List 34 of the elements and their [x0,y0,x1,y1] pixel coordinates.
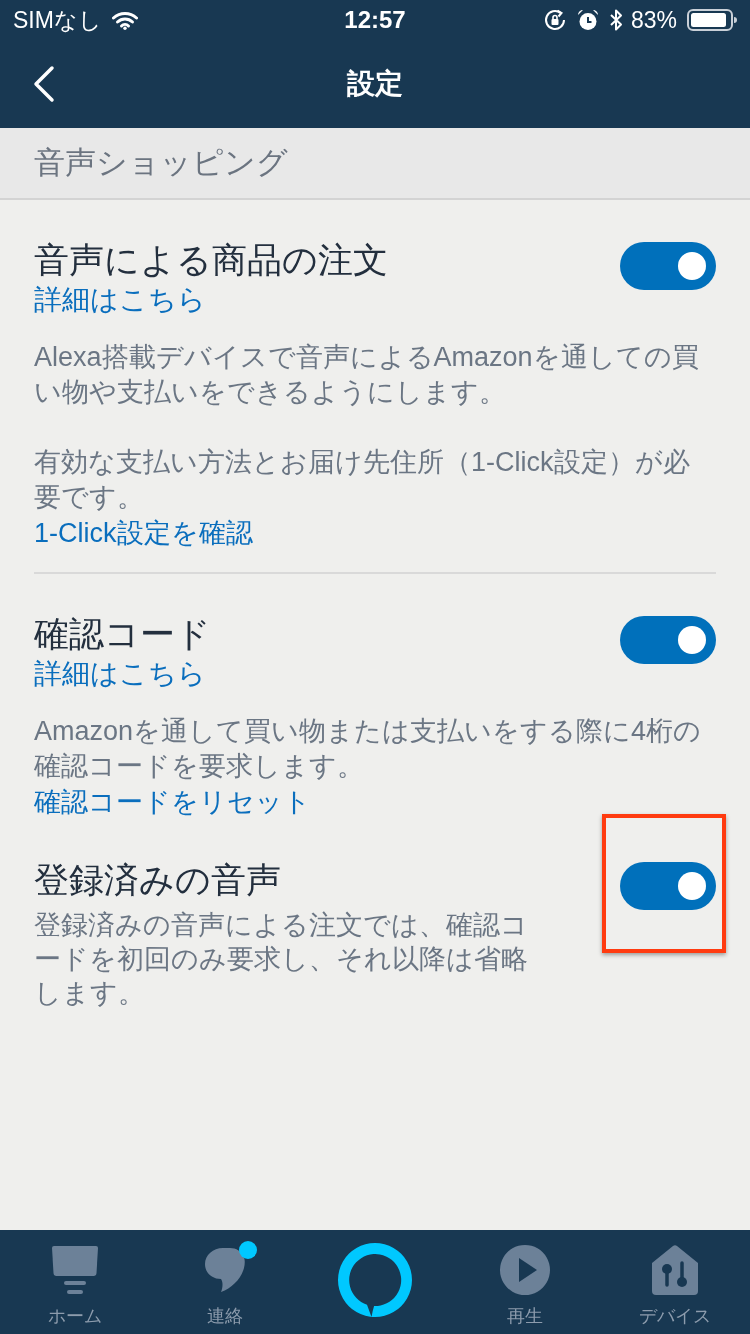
speech-ring-icon[interactable] [336,1241,414,1319]
screen-title: 設定 [347,67,403,101]
battery-icon [687,9,737,31]
bluetooth-icon [608,8,623,32]
speech-bubble-icon[interactable] [205,1248,245,1292]
section-title: 音声ショッピング [34,144,288,182]
setting-title: 確認コード [34,614,211,654]
action-link[interactable]: 確認コードをリセット [34,784,311,820]
wifi-icon [111,10,138,30]
setting-title: 登録済みの音声 [34,860,282,900]
tab-item[interactable]: ホーム [0,1230,150,1334]
alarm-clock-icon [576,9,599,31]
rotation-lock-icon [542,8,567,32]
tab-item[interactable]: 再生 [450,1230,600,1334]
play-icon[interactable] [500,1245,550,1295]
toggle-switch[interactable] [620,862,716,910]
tab-item[interactable]: 連絡 [150,1230,300,1334]
trapezoid-lines-icon[interactable] [52,1246,98,1294]
clock-time: 12:57 [344,6,406,34]
learn-more-link[interactable]: 詳細はこちら [34,280,206,320]
setting-description: 有効な支払い方法とお届け先住所（1-Click設定）が必要です。 [34,446,691,514]
carrier-name: SIMなし [13,6,102,34]
setting-description: Amazonを通して買い物または支払いをする際に4桁の確認コードを要求します。 [34,715,703,783]
house-sliders-icon[interactable] [652,1245,698,1295]
toggle-switch[interactable] [620,242,716,290]
tab-item[interactable]: デバイス [600,1230,750,1334]
action-link[interactable]: 1-Click設定を確認 [34,515,253,551]
setting-description: Alexa搭載デバイスで音声によるAmazonを通しての買い物や支払いをできるようにします。 [34,341,700,409]
setting-title: 音声による商品の注文 [34,240,388,280]
toggle-switch[interactable] [620,616,716,664]
battery-percent: 83% [630,6,677,34]
learn-more-link[interactable]: 詳細はこちら [34,654,206,694]
setting-description: 登録済みの音声による注文では、確認コードを初回のみ要求し、それ以降は省略します。 [34,909,529,1010]
back-chevron-icon [32,65,56,103]
